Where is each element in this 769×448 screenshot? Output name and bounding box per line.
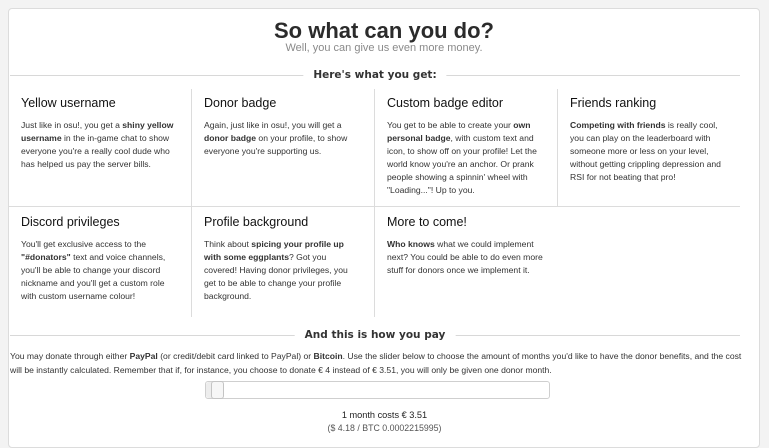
benefit-more-to-come: More to come! Who knows what we could im… bbox=[374, 208, 557, 277]
benefit-donor-badge: Donor badge Again, just like in osu!, yo… bbox=[191, 89, 374, 158]
payment-instructions: You may donate through either PayPal (or… bbox=[10, 351, 742, 375]
benefit-title: Donor badge bbox=[204, 96, 277, 110]
benefit-title: More to come! bbox=[387, 215, 467, 229]
benefit-description: You'll get exclusive access to the "#don… bbox=[21, 239, 166, 301]
benefit-profile-background: Profile background Think about spicing y… bbox=[191, 208, 374, 303]
benefit-discord-privileges: Discord privileges You'll get exclusive … bbox=[8, 208, 191, 303]
payment-divider-label: And this is how you pay bbox=[294, 329, 456, 341]
benefit-description: Think about spicing your profile up with… bbox=[204, 239, 348, 301]
months-slider[interactable] bbox=[205, 381, 550, 399]
benefits-divider-label: Here's what you get: bbox=[303, 69, 447, 81]
page-title: So what can you do? bbox=[273, 18, 494, 43]
benefit-description: Competing with friends is really cool, y… bbox=[570, 120, 721, 182]
slider-handle[interactable] bbox=[211, 381, 224, 399]
benefits-divider: Here's what you get: bbox=[10, 69, 740, 81]
benefit-title: Yellow username bbox=[21, 96, 116, 110]
page-subtitle: Well, you can give us even more money. bbox=[285, 42, 483, 54]
benefit-yellow-username: Yellow username Just like in osu!, you g… bbox=[8, 89, 191, 171]
benefit-title: Profile background bbox=[204, 215, 309, 229]
benefit-description: Who knows what we could implement next? … bbox=[387, 239, 543, 275]
benefit-title: Custom badge editor bbox=[387, 96, 504, 110]
rate-label: ($ 4.18 / BTC 0.0002215995) bbox=[327, 423, 442, 433]
benefit-friends-ranking: Friends ranking Competing with friends i… bbox=[557, 89, 740, 184]
benefit-custom-badge-editor: Custom badge editor You get to be able t… bbox=[374, 89, 557, 197]
benefit-description: Just like in osu!, you get a shiny yello… bbox=[21, 120, 174, 169]
benefit-description: Again, just like in osu!, you will get a… bbox=[204, 120, 348, 156]
benefit-description: You get to be able to create your own pe… bbox=[387, 120, 537, 195]
cost-label: 1 month costs € 3.51 bbox=[341, 410, 428, 420]
benefit-title: Friends ranking bbox=[570, 96, 657, 110]
benefit-title: Discord privileges bbox=[21, 215, 120, 229]
payment-divider: And this is how you pay bbox=[10, 329, 740, 341]
